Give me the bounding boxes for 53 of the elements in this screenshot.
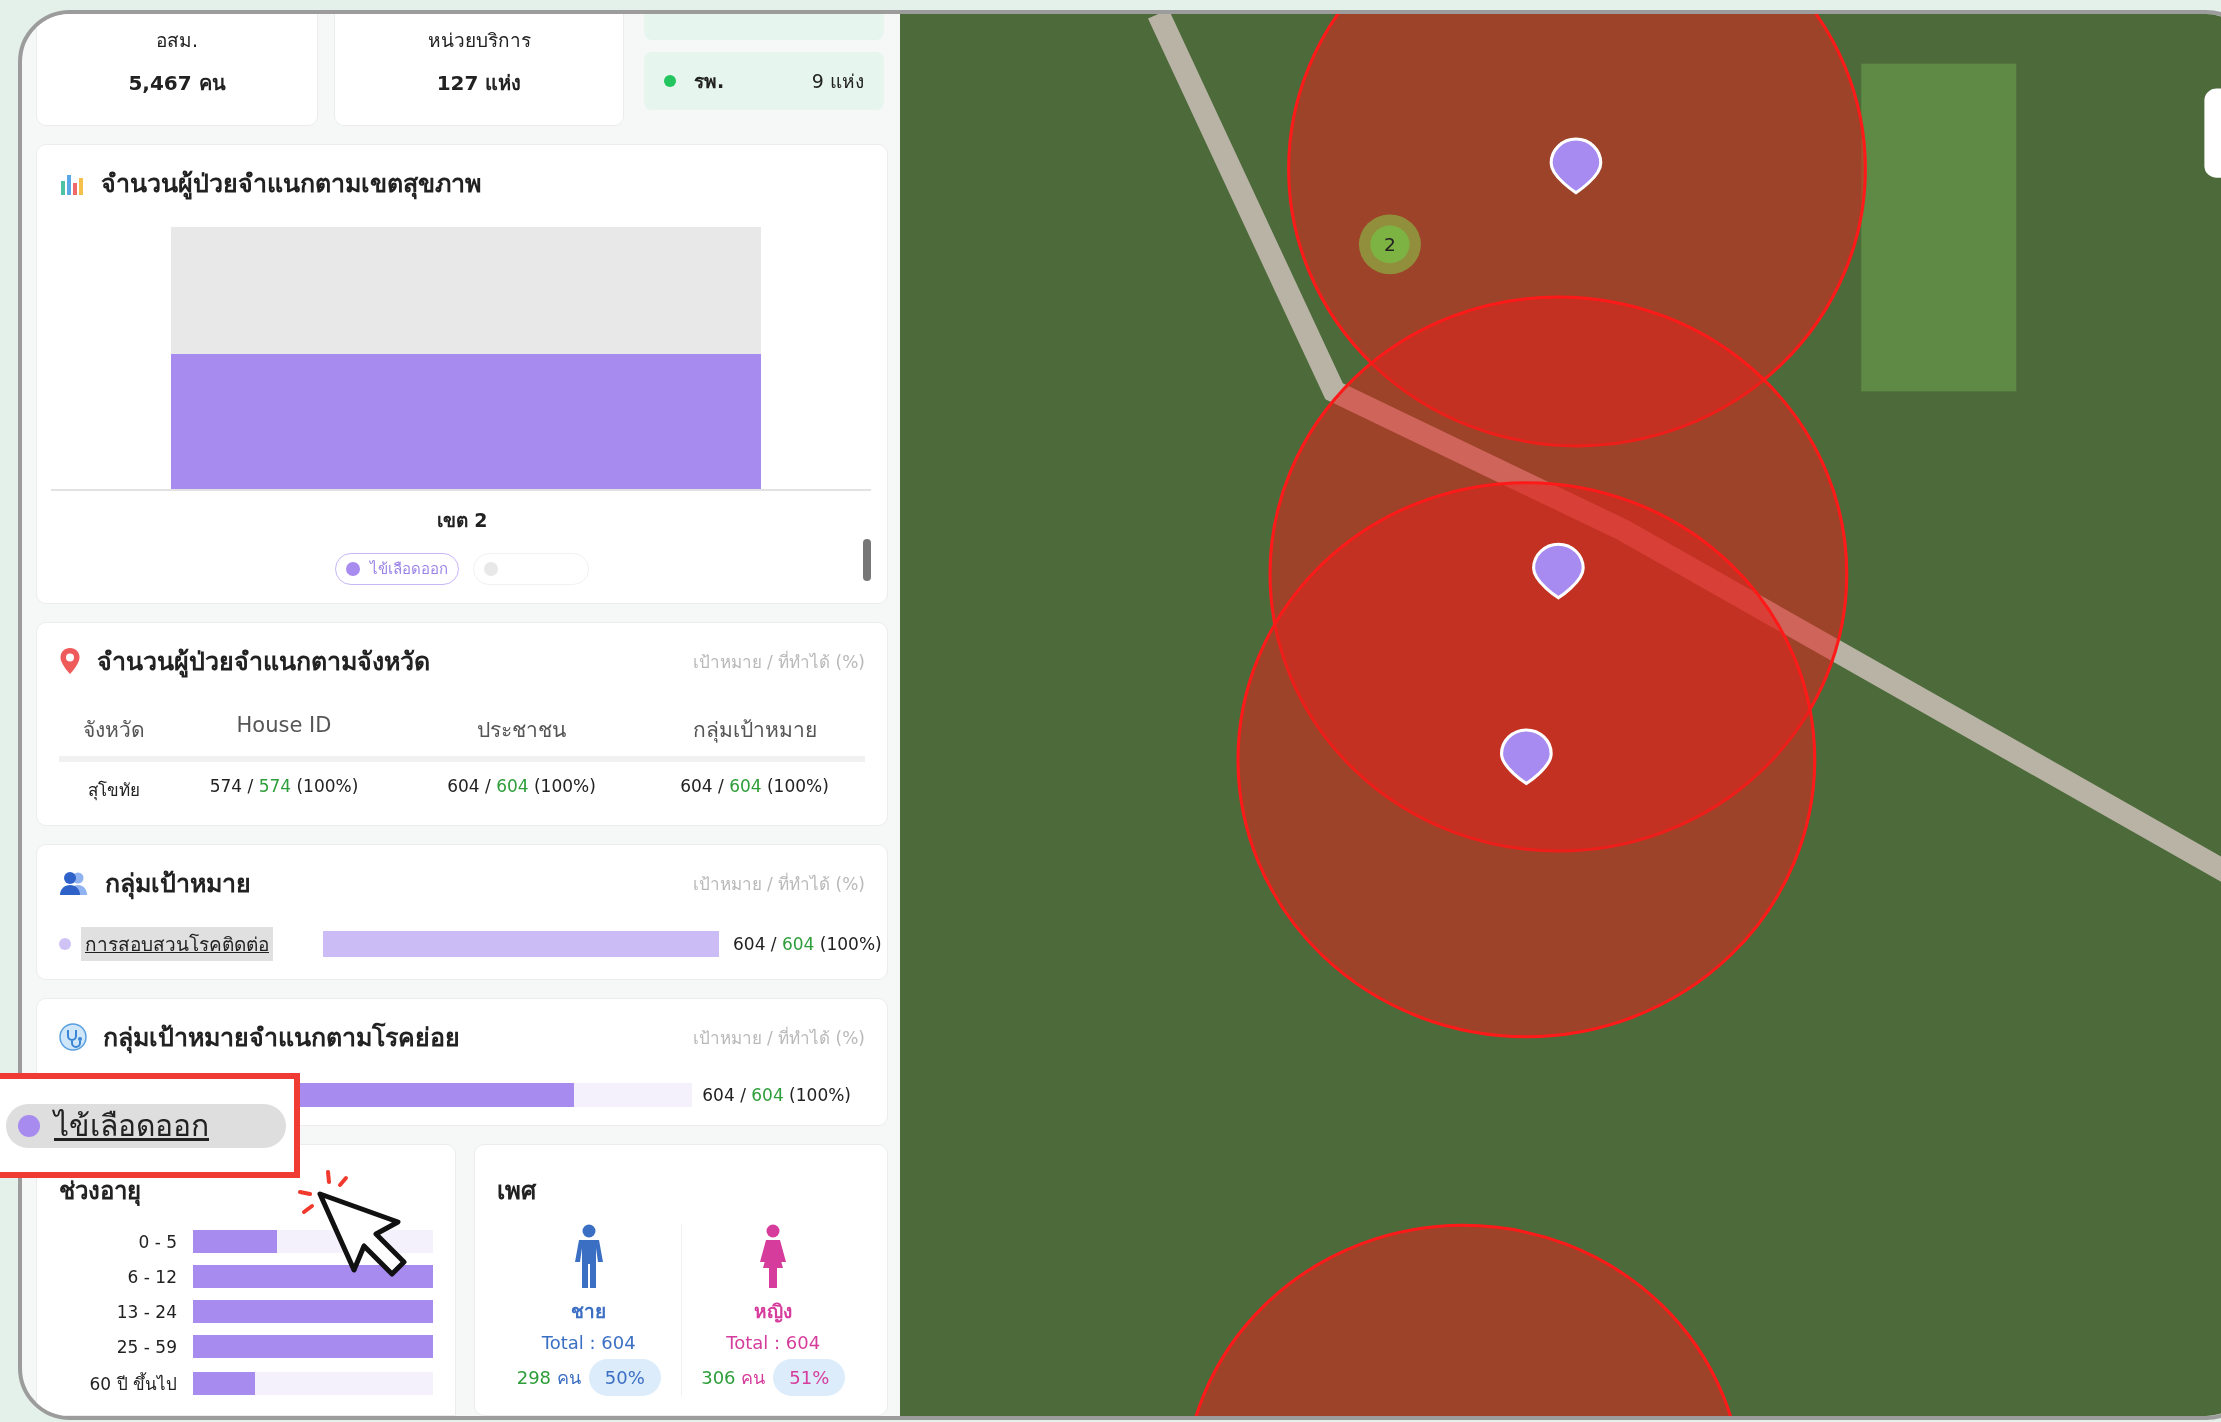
gender-label: หญิง bbox=[754, 1299, 793, 1325]
summary-label: หน่วยบริการ bbox=[427, 28, 531, 53]
summary-value: 127 แห่ง bbox=[436, 70, 522, 97]
progress-value: 604 / 604 (100%) bbox=[702, 1085, 851, 1105]
hint-text: เป้าหมาย / ที่ทำได้ (%) bbox=[692, 871, 865, 896]
gender-total: Total : 604 bbox=[541, 1332, 636, 1353]
target-group-link[interactable]: การสอบสวนโรคติดต่อ bbox=[81, 927, 273, 961]
age-label: 13 - 24 bbox=[115, 1301, 177, 1322]
location-pin-icon bbox=[59, 647, 81, 675]
age-label: 6 - 12 bbox=[126, 1266, 177, 1287]
percent-badge: 51% bbox=[773, 1359, 846, 1396]
map-control[interactable] bbox=[2204, 88, 2221, 178]
column-header: ประชาชน bbox=[476, 717, 567, 744]
card-title: ช่วงอายุ bbox=[59, 1177, 141, 1205]
table-cell-text: 574 / 574 (100%) bbox=[208, 776, 360, 798]
scrollbar[interactable] bbox=[863, 539, 871, 581]
progress-value: 604 / 604 (100%) bbox=[733, 934, 882, 954]
age-label: 60 ปี ขึ้นไป bbox=[88, 1371, 177, 1396]
age-label: 25 - 59 bbox=[115, 1336, 177, 1357]
age-label: 0 - 5 bbox=[137, 1231, 177, 1252]
gender-label: ชาย bbox=[571, 1299, 607, 1324]
hint-text: เป้าหมาย / ที่ทำได้ (%) bbox=[692, 1025, 865, 1050]
gender-total: Total : 604 bbox=[726, 1332, 821, 1353]
card-title: จำนวนผู้ป่วยจำแนกตามเขตสุขภาพ bbox=[101, 168, 481, 202]
stethoscope-icon bbox=[59, 1023, 87, 1051]
card-title: เพศ bbox=[497, 1177, 536, 1205]
card-title: กลุ่มเป้าหมายจำแนกตามโรคย่อย bbox=[103, 1021, 460, 1056]
column-header: กลุ่มเป้าหมาย bbox=[691, 717, 818, 745]
card-title: จำนวนผู้ป่วยจำแนกตามจังหวัด bbox=[97, 646, 430, 680]
gender-count: 298 คน bbox=[516, 1366, 581, 1390]
column-header: จังหวัด bbox=[82, 717, 146, 744]
cluster-marker[interactable]: 2 bbox=[1358, 214, 1421, 275]
table-cell-text: 604 / 604 (100%) bbox=[446, 776, 597, 798]
percent-badge: 50% bbox=[588, 1359, 661, 1396]
map-pin-icon[interactable] bbox=[1532, 542, 1585, 600]
axis-label: เขต 2 bbox=[435, 508, 489, 533]
legend-dot-icon bbox=[59, 938, 71, 950]
map-pin-icon[interactable] bbox=[1500, 728, 1553, 786]
male-person-icon bbox=[573, 1224, 604, 1290]
table-cell-text: 604 / 604 (100%) bbox=[679, 776, 830, 798]
map-pin-icon[interactable] bbox=[1549, 137, 1603, 195]
summary-value: 5,467 คน bbox=[128, 70, 226, 97]
gender-count: 306 คน bbox=[701, 1366, 766, 1390]
column-header: House ID bbox=[235, 713, 333, 739]
subdisease-link[interactable]: ไข้เลือดออก bbox=[6, 1103, 286, 1148]
satellite-map[interactable]: 2 bbox=[900, 14, 2221, 1416]
female-person-icon bbox=[758, 1224, 789, 1290]
table-cell-text: สุโขทัย bbox=[87, 779, 141, 803]
summary-label: อสม. bbox=[155, 28, 198, 53]
hint-text: เป้าหมาย / ที่ทำได้ (%) bbox=[692, 649, 865, 674]
card-title: กลุ่มเป้าหมาย bbox=[105, 868, 251, 902]
facility-item[interactable]: รพ. 9 แห่ง bbox=[644, 52, 884, 110]
users-icon bbox=[59, 871, 89, 895]
